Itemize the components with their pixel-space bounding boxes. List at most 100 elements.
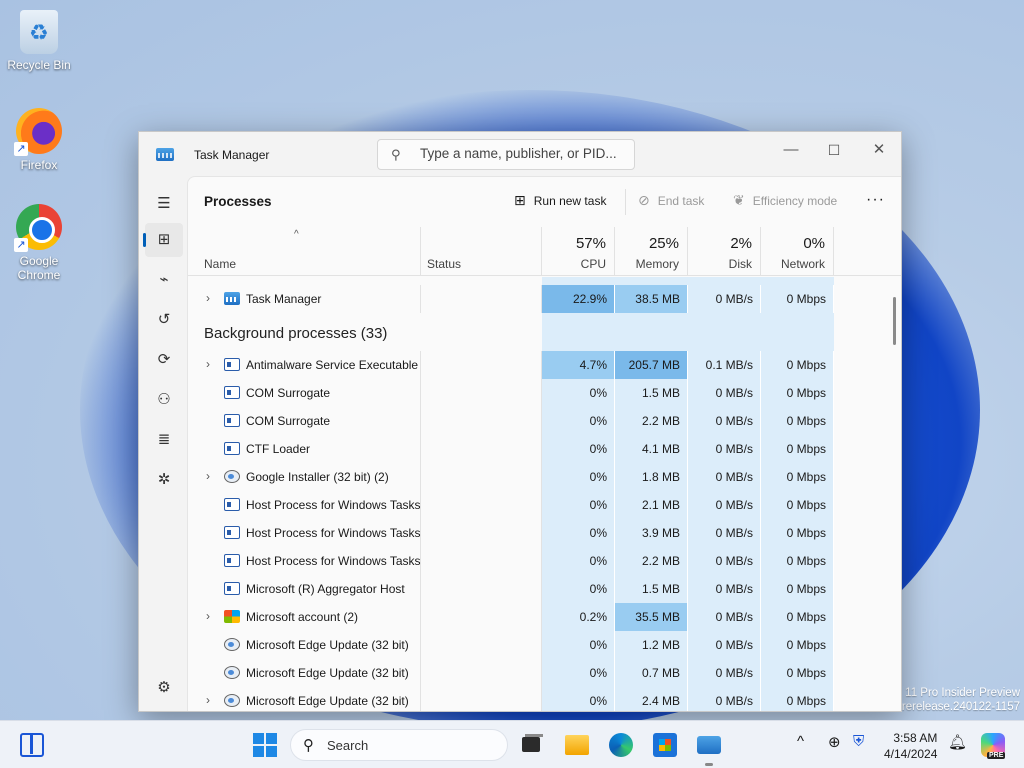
run-new-task-button[interactable]: ⊞ Run new task (514, 192, 606, 209)
process-row[interactable]: › Google Installer (32 bit) (2) 0% 1.8 MB 0 … (188, 463, 887, 491)
memory-value: 2.1 MB (615, 491, 688, 519)
minimize-button[interactable]: — (768, 136, 814, 166)
nav-processes-icon[interactable]: ⊞ (143, 223, 183, 257)
watermark-line: rerelease.240122-1157 (901, 701, 1020, 713)
nav-details-icon[interactable]: ≣ (145, 423, 183, 457)
process-row[interactable]: Microsoft Edge Update (32 bit) 0% 0.7 MB 0 … (188, 659, 887, 687)
file-explorer-icon[interactable] (565, 735, 589, 755)
service-icon (224, 582, 240, 595)
process-row[interactable]: COM Surrogate 0% 1.5 MB 0 MB/s 0 Mbps (188, 379, 887, 407)
sort-ascending-icon: ^ (294, 229, 299, 240)
chevron-right-icon[interactable]: › (206, 357, 210, 371)
notifications-bell-icon[interactable]: 🔔︎ (948, 733, 967, 751)
process-row[interactable]: › Microsoft account (2) 0.2% 35.5 MB 0 MB/s 0… (188, 603, 887, 631)
search-box[interactable]: ⚲ (377, 139, 635, 170)
chevron-right-icon[interactable]: › (206, 469, 210, 483)
desktop-icon-firefox[interactable]: ↗ Firefox (1, 108, 77, 172)
process-row[interactable]: CTF Loader 0% 4.1 MB 0 MB/s 0 Mbps (188, 435, 887, 463)
memory-value: 2.2 MB (615, 547, 688, 575)
task-view-icon[interactable] (520, 733, 544, 757)
desktop-icon-recycle-bin[interactable]: Recycle Bin (1, 10, 77, 72)
process-row[interactable]: COM Surrogate 0% 2.2 MB 0 MB/s 0 Mbps (188, 407, 887, 435)
column-header-disk[interactable]: 2% Disk (688, 227, 761, 275)
column-header-memory[interactable]: 25% Memory (615, 227, 688, 275)
process-row[interactable]: Microsoft Edge Update (32 bit) 0% 1.2 MB 0 … (188, 631, 887, 659)
disk-value: 0 MB/s (688, 463, 761, 491)
process-row[interactable]: Host Process for Windows Tasks 0% 3.9 MB 0 … (188, 519, 887, 547)
nav-performance-icon[interactable]: ⌁ (145, 263, 183, 297)
memory-value: 1.8 MB (615, 463, 688, 491)
taskbar-search-label: Search (327, 738, 369, 753)
process-row[interactable]: Host Process for Windows Tasks 0% 2.2 MB 0 … (188, 547, 887, 575)
preview-badge: PRE (987, 752, 1006, 759)
disk-value: 0 MB/s (688, 519, 761, 547)
process-name-cell: › Microsoft Edge Update (32 bit) (188, 687, 421, 711)
network-value: 0 Mbps (761, 463, 834, 491)
process-name-cell: › Google Installer (32 bit) (2) (188, 463, 421, 491)
microsoft-store-icon[interactable] (653, 733, 677, 757)
search-icon: ⚲ (303, 737, 314, 754)
nav-app-history-icon[interactable]: ↺ (145, 303, 183, 337)
more-options-button[interactable]: ··· (866, 191, 885, 209)
desktop-icon-chrome[interactable]: ↗ Google Chrome (1, 204, 77, 282)
taskbar-search[interactable]: ⚲ Search (290, 729, 508, 761)
network-globe-icon[interactable]: ⊕ (828, 733, 841, 751)
column-header-cpu[interactable]: 57% CPU (542, 227, 615, 275)
desktop-icon-label: Recycle Bin (7, 58, 71, 72)
cpu-value: 4.7% (542, 351, 615, 379)
column-header-network[interactable]: 0% Network (761, 227, 834, 275)
column-header-status[interactable]: Status (421, 227, 542, 275)
column-header-name[interactable]: ^ Name (188, 227, 421, 275)
nav-users-icon[interactable]: ⚇ (145, 383, 183, 417)
memory-value: 35.5 MB (615, 603, 688, 631)
process-row[interactable]: › Antimalware Service Executable 4.7% 205.7… (188, 351, 887, 379)
nav-sidebar: ☰ ⊞ ⌁ ↺ ⟳ ⚇ ≣ ✲ ⚙ (139, 176, 187, 711)
memory-value: 1.5 MB (615, 379, 688, 407)
clock[interactable]: 3:58 AM 4/14/2024 (884, 730, 937, 762)
title-bar[interactable]: Task Manager ⚲ — ☐ ✕ (139, 132, 901, 176)
watermark-line: 11 Pro Insider Preview (905, 687, 1020, 699)
nav-services-icon[interactable]: ✲ (145, 463, 183, 497)
hamburger-menu-icon[interactable]: ☰ (145, 187, 183, 221)
efficiency-mode-button[interactable]: ❦ Efficiency mode (733, 192, 837, 209)
close-button[interactable]: ✕ (856, 136, 901, 166)
disk-value: 0 MB/s (688, 379, 761, 407)
vertical-scrollbar[interactable] (893, 297, 896, 345)
nav-settings-icon[interactable]: ⚙ (145, 671, 183, 705)
chevron-right-icon[interactable]: › (206, 291, 210, 305)
column-label: CPU (580, 257, 606, 271)
maximize-button[interactable]: ☐ (811, 136, 857, 166)
desktop-icon-label: Google Chrome (17, 254, 61, 282)
process-status-cell (421, 631, 542, 659)
edge-icon[interactable] (609, 733, 633, 757)
memory-value: 38.5 MB (615, 285, 688, 313)
network-value: 0 Mbps (761, 285, 834, 313)
process-row[interactable]: Microsoft (R) Aggregator Host 0% 1.5 MB 0 M… (188, 575, 887, 603)
process-name-cell: COM Surrogate (188, 379, 421, 407)
process-name: Host Process for Windows Tasks (246, 498, 421, 512)
process-name-cell: Host Process for Windows Tasks (188, 547, 421, 575)
nav-startup-apps-icon[interactable]: ⟳ (145, 343, 183, 377)
column-total: 0% (803, 235, 825, 252)
run-new-task-label: Run new task (533, 193, 607, 208)
defender-icon[interactable]: ⛨ (853, 733, 864, 750)
chevron-right-icon[interactable]: › (206, 693, 210, 707)
chevron-up-icon[interactable]: ^ (797, 733, 804, 750)
column-header-row: ^ Name Status 57% CPU 25% Memory 2% Disk… (188, 227, 901, 276)
network-value: 0 Mbps (761, 379, 834, 407)
start-button-icon[interactable] (253, 733, 277, 757)
cpu-value: 0% (542, 519, 615, 547)
search-input[interactable] (420, 146, 628, 161)
cpu-value: 0% (542, 407, 615, 435)
process-row[interactable]: Host Process for Windows Tasks 0% 2.1 MB 0 … (188, 491, 887, 519)
chevron-right-icon[interactable]: › (206, 609, 210, 623)
process-row[interactable]: › Microsoft Edge Update (32 bit) 0% 2.4 MB 0… (188, 687, 887, 711)
task-manager-taskbar-icon[interactable] (697, 736, 721, 754)
disk-value: 0 MB/s (688, 547, 761, 575)
service-icon (224, 498, 240, 511)
widgets-icon[interactable] (20, 733, 44, 757)
memory-value: 205.7 MB (615, 351, 688, 379)
network-value: 0 Mbps (761, 491, 834, 519)
end-task-button[interactable]: ⊘ End task (638, 192, 704, 209)
process-row[interactable]: › Task Manager 22.9% 38.5 MB 0 MB/s 0 Mbps (188, 285, 887, 313)
